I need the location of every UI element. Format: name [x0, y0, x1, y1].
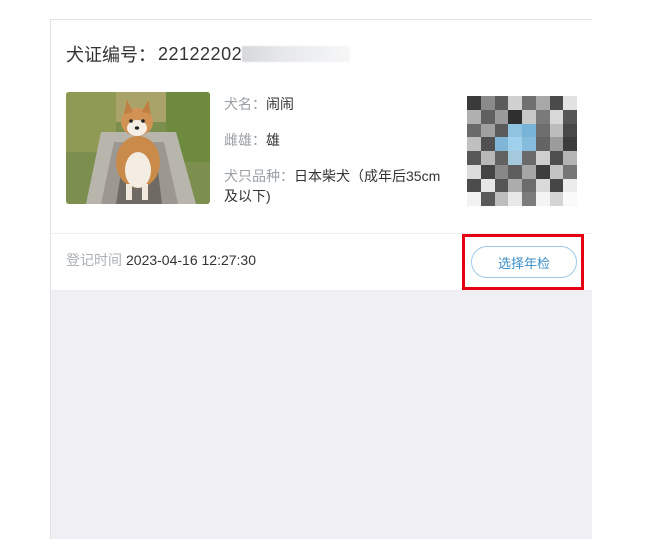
dog-photo: [66, 92, 210, 204]
registration-time-label: 登记时间: [66, 252, 122, 268]
qr-mosaic-cell: [494, 137, 509, 151]
qr-mosaic-cell: [480, 137, 495, 151]
dog-name-label: 犬名：: [224, 96, 266, 112]
qr-mosaic-cell: [508, 164, 522, 179]
qr-mosaic-cell: [480, 151, 495, 165]
dog-name-row: 犬名：闹闹: [224, 94, 449, 114]
qr-mosaic-cell: [522, 178, 536, 193]
qr-mosaic-cell: [467, 109, 481, 124]
qr-mosaic-cell: [508, 151, 522, 165]
certificate-number-row: 犬证编号： 22122202: [66, 42, 351, 66]
qr-mosaic-cell: [480, 192, 495, 206]
qr-mosaic-cell: [508, 109, 522, 124]
qr-code-mosaic: [467, 96, 577, 206]
qr-mosaic-cell: [467, 96, 481, 110]
qr-mosaic-cell: [494, 164, 509, 179]
qr-mosaic-cell: [563, 96, 577, 110]
highlight-annotation-box: [462, 234, 584, 290]
dog-sex-value: 雄: [266, 132, 280, 148]
qr-mosaic-cell: [467, 137, 481, 151]
qr-mosaic-cell: [508, 137, 522, 151]
qr-mosaic-cell: [563, 137, 577, 151]
qr-mosaic-cell: [508, 96, 522, 110]
qr-mosaic-cell: [522, 137, 536, 151]
qr-mosaic-cell: [494, 109, 509, 124]
qr-mosaic-cell: [549, 192, 564, 206]
certificate-number-mask: [242, 46, 351, 62]
qr-mosaic-cell: [494, 123, 509, 138]
qr-mosaic-cell: [535, 123, 550, 138]
qr-mosaic-cell: [494, 151, 509, 165]
qr-mosaic-cell: [535, 178, 550, 193]
page-frame: 犬证编号： 22122202 犬名：闹闹 雌雄：雄 犬只品种：日本柴犬（成年后3…: [50, 19, 592, 539]
qr-mosaic-cell: [563, 192, 577, 206]
dog-sex-row: 雌雄：雄: [224, 130, 449, 150]
qr-mosaic-cell: [480, 164, 495, 179]
qr-mosaic-cell: [522, 192, 536, 206]
dog-name-value: 闹闹: [266, 96, 294, 112]
qr-mosaic-cell: [549, 123, 564, 138]
qr-mosaic-cell: [494, 192, 509, 206]
qr-mosaic-cell: [549, 151, 564, 165]
registration-time-value: 2023-04-16 12:27:30: [126, 252, 256, 268]
dog-license-card: 犬证编号： 22122202 犬名：闹闹 雌雄：雄 犬只品种：日本柴犬（成年后3…: [51, 20, 592, 291]
qr-mosaic-cell: [549, 178, 564, 193]
certificate-label: 犬证编号：: [66, 45, 156, 65]
qr-mosaic-cell: [522, 109, 536, 124]
qr-mosaic-cell: [535, 151, 550, 165]
qr-mosaic-cell: [467, 178, 481, 193]
qr-mosaic-cell: [467, 192, 481, 206]
qr-mosaic-cell: [535, 137, 550, 151]
qr-mosaic-cell: [522, 151, 536, 165]
qr-mosaic-cell: [563, 151, 577, 165]
dog-sex-label: 雌雄：: [224, 132, 266, 148]
registration-time-row: 登记时间 2023-04-16 12:27:30: [66, 250, 256, 270]
qr-mosaic-cell: [508, 192, 522, 206]
qr-mosaic-cell: [563, 109, 577, 124]
qr-mosaic-cell: [480, 96, 495, 110]
qr-mosaic-cell: [535, 192, 550, 206]
qr-mosaic-cell: [494, 178, 509, 193]
qr-mosaic-cell: [563, 164, 577, 179]
qr-mosaic-cell: [467, 151, 481, 165]
dog-breed-row: 犬只品种：日本柴犬（成年后35cm及以下): [224, 166, 449, 206]
dog-breed-label: 犬只品种：: [224, 168, 294, 184]
qr-mosaic-cell: [549, 109, 564, 124]
qr-mosaic-cell: [563, 123, 577, 138]
qr-mosaic-cell: [480, 178, 495, 193]
qr-mosaic-cell: [508, 123, 522, 138]
qr-mosaic-cell: [549, 137, 564, 151]
qr-mosaic-cell: [480, 123, 495, 138]
qr-mosaic-cell: [535, 164, 550, 179]
dog-info: 犬名：闹闹 雌雄：雄 犬只品种：日本柴犬（成年后35cm及以下): [224, 94, 449, 206]
qr-mosaic-cell: [549, 164, 564, 179]
certificate-number: 22122202: [158, 43, 243, 64]
qr-mosaic-cell: [467, 164, 481, 179]
qr-mosaic-cell: [467, 123, 481, 138]
qr-mosaic-cell: [522, 123, 536, 138]
qr-mosaic-cell: [508, 178, 522, 193]
qr-mosaic-cell: [535, 96, 550, 110]
qr-mosaic-cell: [480, 109, 495, 124]
qr-mosaic-cell: [549, 96, 564, 110]
qr-mosaic-cell: [522, 164, 536, 179]
qr-mosaic-cell: [494, 96, 509, 110]
qr-mosaic-cell: [563, 178, 577, 193]
qr-mosaic-cell: [535, 109, 550, 124]
qr-mosaic-cell: [522, 96, 536, 110]
